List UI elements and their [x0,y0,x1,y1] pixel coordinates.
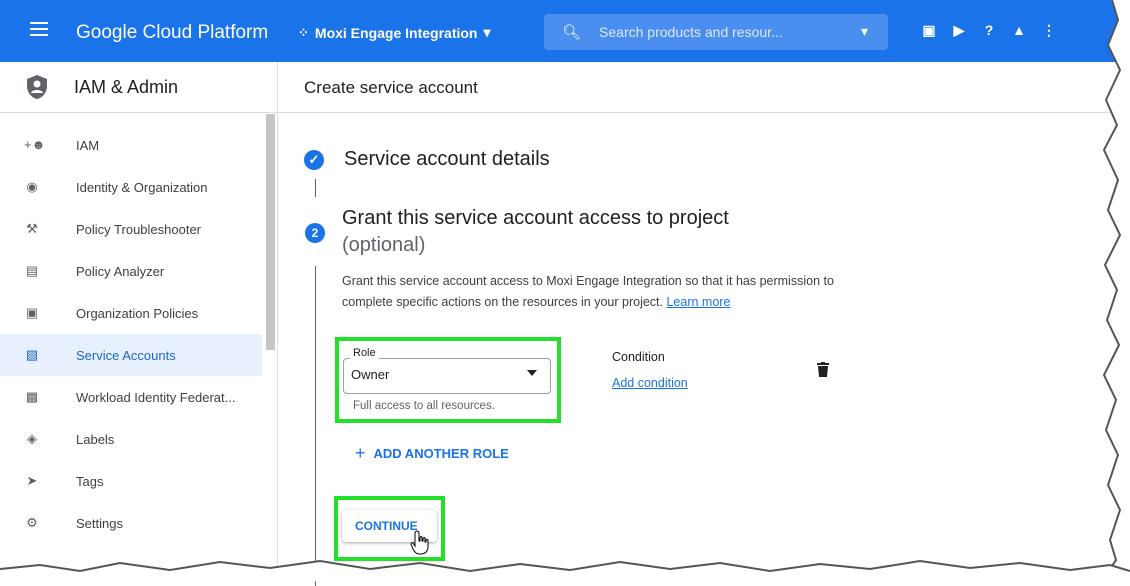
description-text: Grant this service account access to Mox… [342,274,834,309]
sidebar-item-tags[interactable]: ➤ Tags [0,460,262,502]
more-vert-icon[interactable]: ⋮ [1040,22,1058,40]
torn-edge-decoration [0,559,1130,581]
sidebar-item-label: Settings [76,515,123,531]
cloud-shell-icon[interactable]: ▶ [950,22,968,40]
page-title: Create service account [304,78,478,97]
sidebar-item-workload-identity-federat[interactable]: ▩ Workload Identity Federat... [0,376,262,418]
role-value[interactable]: Owner [351,367,389,382]
step-connector [315,179,316,197]
sidebar-item-label: Tags [76,473,104,489]
top-app-bar: Google Cloud Platform ⁘ Moxi Engage Inte… [0,0,1130,62]
sidebar-item-policy-analyzer[interactable]: ▤ Policy Analyzer [0,250,262,292]
sidebar-item-organization-policies[interactable]: ▣ Organization Policies [0,292,262,334]
gift-icon[interactable]: ▣ [920,22,938,40]
project-selector[interactable]: ⁘ Moxi Engage Integration ▾ [298,24,491,41]
sidebar-item-label: IAM [76,137,100,153]
gear-icon: ⚙ [26,515,38,530]
search-bar[interactable]: 🔍︎ Search products and resour... ▾ [544,14,888,50]
sidebar-header: IAM & Admin [0,62,277,113]
help-icon[interactable]: ? [980,22,998,40]
sidebar-item-identity-organization[interactable]: ◉ Identity & Organization [0,166,262,208]
service-account-icon: ▧ [25,347,39,362]
label-icon: ◈ [27,431,37,446]
add-another-role-button[interactable]: + ADD ANOTHER ROLE [355,443,509,463]
shield-icon [27,75,47,99]
federation-icon: ▩ [25,389,39,404]
role-help-text: Full access to all resources. [353,400,495,412]
document-search-icon: ▤ [25,263,39,278]
delete-icon[interactable] [817,362,829,377]
account-circle-icon: ◉ [26,179,38,194]
role-label: Role [350,347,379,359]
sidebar-item-label: Labels [76,431,115,447]
person-add-icon: +☻ [24,137,46,152]
tag-icon: ➤ [26,473,38,488]
sidebar-item-settings[interactable]: ⚙ Settings [0,502,262,544]
chevron-down-icon: ▾ [483,24,491,40]
continue-label[interactable]: CONTINUE [355,519,418,533]
sidebar: IAM & Admin +☻ IAM ◉ Identity & Organizatio… [0,62,278,581]
torn-edge-decoration [1101,0,1130,581]
page-header: Create service account [278,62,1130,113]
sidebar-item-policy-troubleshooter[interactable]: ⚒ Policy Troubleshooter [0,208,262,250]
search-input[interactable]: Search products and resour... [599,24,783,40]
step-connector [315,266,316,586]
sidebar-scrollbar[interactable] [266,114,275,350]
step-1-title: Service account details [344,148,550,170]
app-brand[interactable]: Google Cloud Platform [76,22,268,44]
add-condition-link[interactable]: Add condition [612,376,688,390]
sidebar-item-label: Workload Identity Federat... [76,389,236,405]
sidebar-item-labels[interactable]: ◈ Labels [0,418,262,460]
sidebar-item-label: Service Accounts [76,347,176,363]
sidebar-item-label: Identity & Organization [76,179,208,195]
check-circle-icon: ✓ [304,149,324,170]
sidebar-item-label: Policy Troubleshooter [76,221,202,237]
dropdown-arrow-icon[interactable] [527,370,537,376]
sidebar-item-label: Organization Policies [76,305,199,321]
sidebar-nav: +☻ IAM ◉ Identity & Organization ⚒ Policy Tro… [0,124,262,544]
list-box-icon: ▣ [25,305,39,320]
add-another-role-label: ADD ANOTHER ROLE [373,445,509,461]
search-icon: 🔍︎ [562,24,582,41]
step-2-description: Grant this service account access to Mox… [342,271,842,313]
notifications-icon[interactable]: ▲ [1010,22,1028,40]
learn-more-link[interactable]: Learn more [666,295,730,309]
sidebar-title: IAM & Admin [74,76,179,97]
wrench-icon: ⚒ [26,221,38,236]
project-name: Moxi Engage Integration [314,24,478,41]
sidebar-item-iam[interactable]: +☻ IAM [0,124,262,166]
sidebar-item-service-accounts[interactable]: ▧ Service Accounts [0,334,262,376]
step-1[interactable]: ✓ Service account details [304,148,550,171]
hamburger-menu-icon[interactable] [30,22,48,40]
condition-label: Condition [612,350,665,364]
project-dots-icon: ⁘ [298,24,309,40]
step-2-subtitle: (optional) [342,234,426,256]
plus-icon: + [355,443,366,463]
step-2-title: Grant this service account access to pro… [342,207,729,229]
search-expand-icon[interactable]: ▾ [861,23,868,40]
sidebar-item-label: Policy Analyzer [76,263,165,279]
step-2-number: 2 [305,223,325,243]
